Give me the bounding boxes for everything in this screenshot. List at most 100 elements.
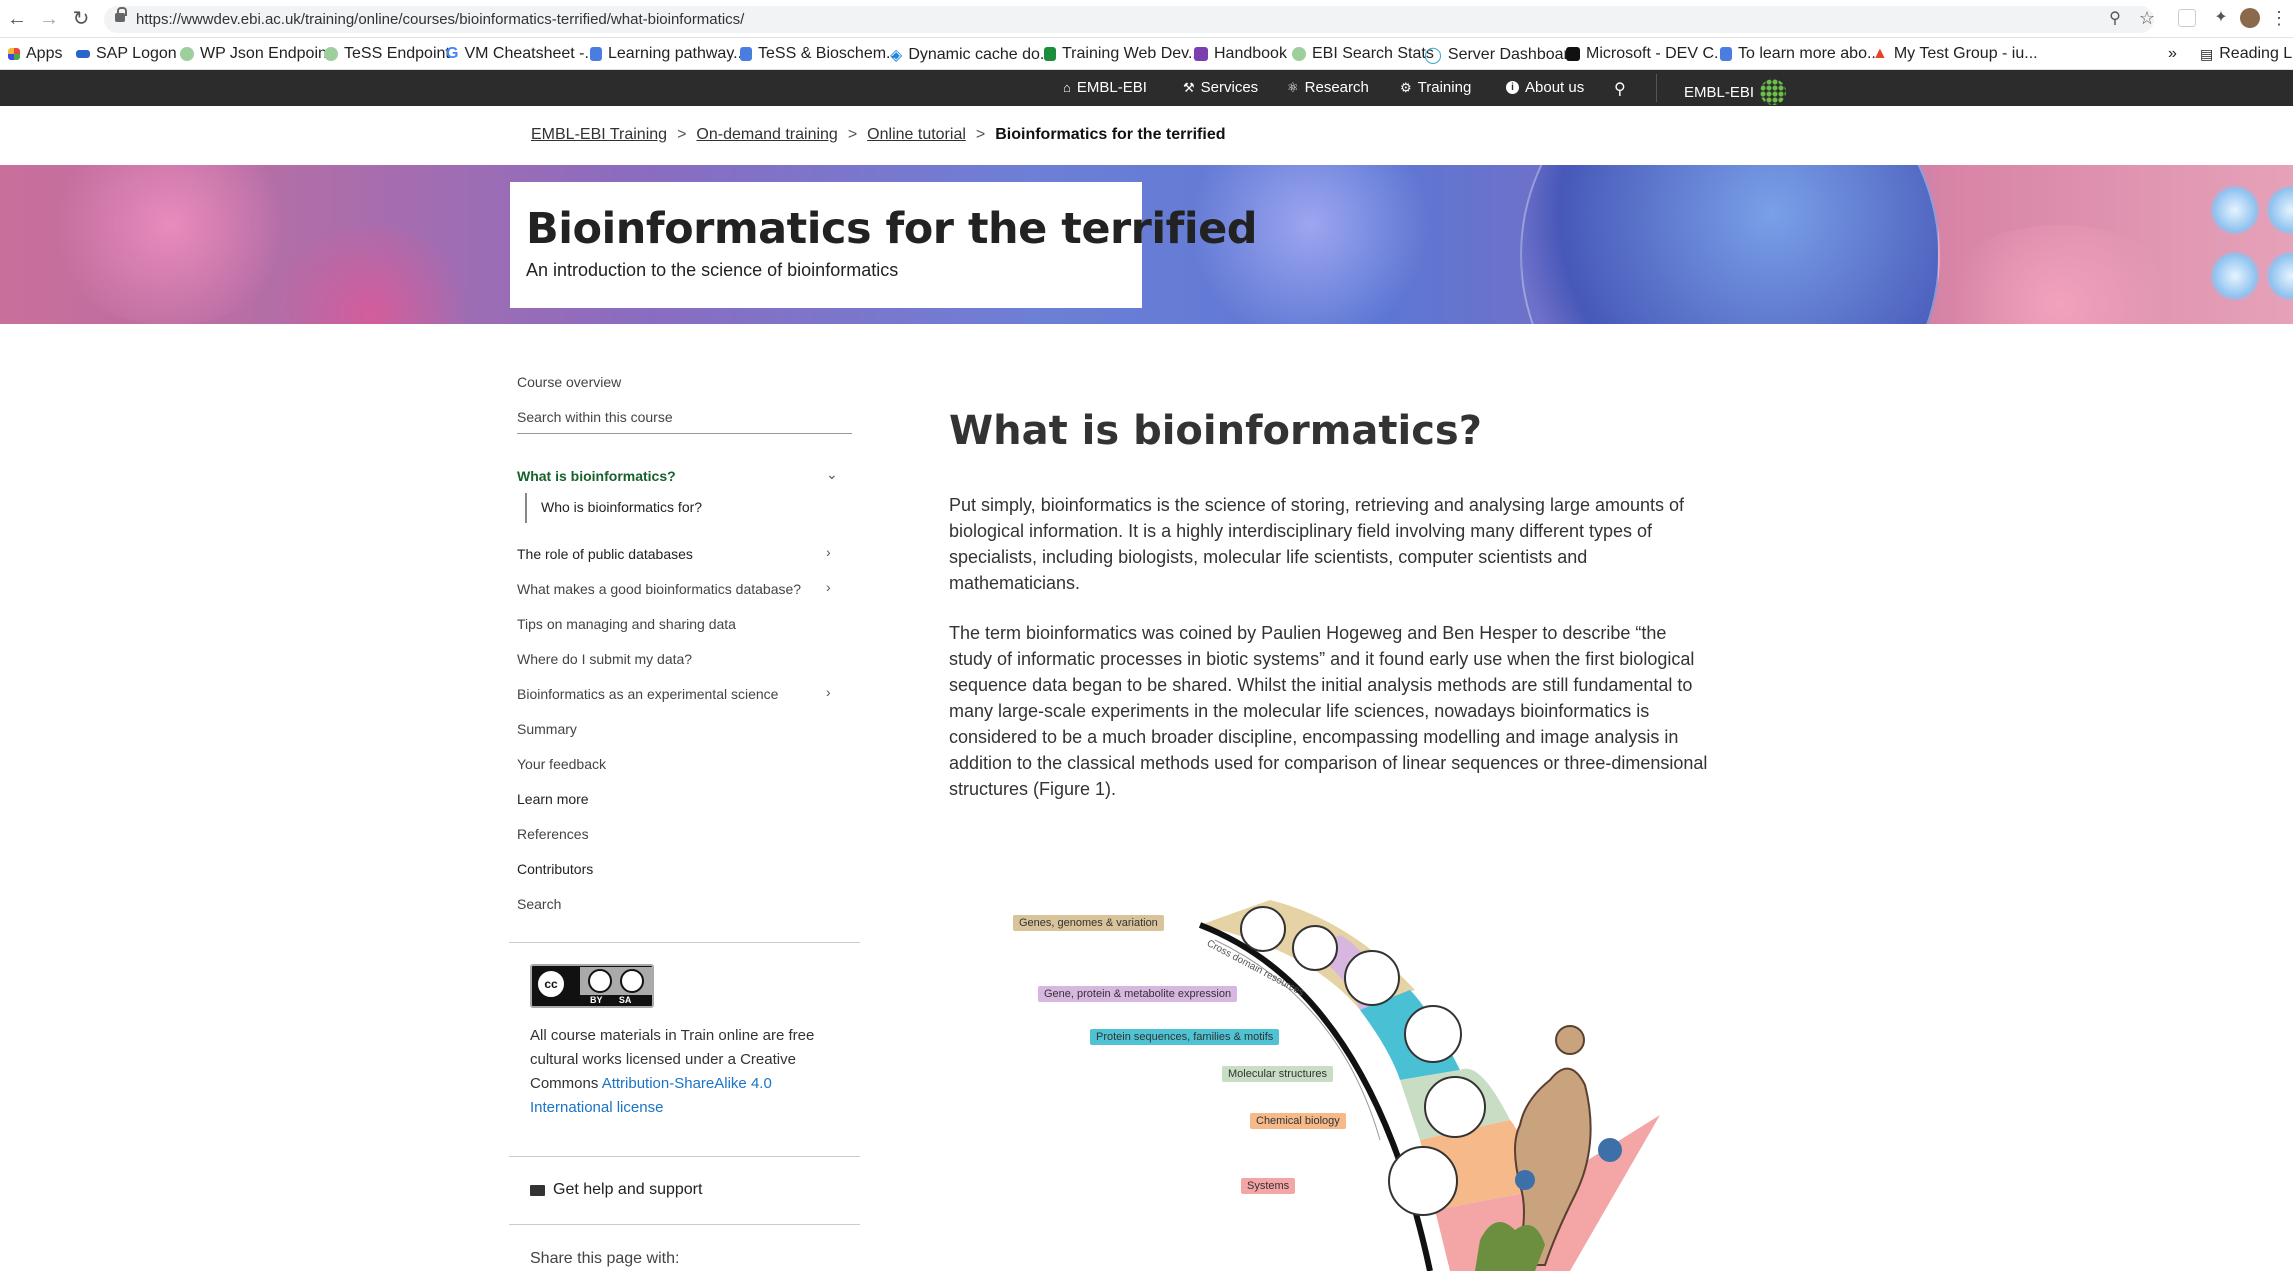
share-label: Share this page with: [530, 1250, 680, 1267]
bookmark-item[interactable]: ◈ Dynamic cache do... [890, 45, 1053, 65]
puzzle-icon[interactable]: ✦ [2210, 7, 2232, 29]
bookmarks-overflow[interactable]: » [2168, 45, 2177, 63]
globe-icon [1292, 47, 1306, 61]
dna-icon [1240, 906, 1286, 952]
course-overview-link[interactable]: Course overview [517, 374, 621, 390]
sidebar-item-summary[interactable]: Summary [517, 721, 577, 737]
structure-icon [1404, 1005, 1462, 1063]
figure-label: Gene, protein & metabolite expression [1038, 986, 1238, 1002]
doc-icon [1720, 47, 1732, 61]
bookmark-item[interactable]: Training Web Dev... [1044, 45, 1201, 63]
breadcrumb-separator: > [975, 126, 986, 143]
nav-label: Services [1200, 79, 1259, 96]
nav-training[interactable]: ⚙ Training [1400, 79, 1471, 96]
bookmark-label: Apps [26, 45, 63, 62]
systems-icon [1388, 1146, 1458, 1216]
breadcrumb-link[interactable]: EMBL-EBI Training [531, 126, 667, 143]
chevron-right-icon[interactable]: › [826, 684, 831, 700]
bookmark-item[interactable]: Microsoft - DEV C... [1566, 45, 1727, 63]
figure-1: Cross domain resources [1010, 880, 1710, 1271]
bookmark-item[interactable]: ◯ Server Dashboard [1424, 45, 1578, 65]
bookmark-apps[interactable]: Apps [8, 45, 62, 63]
sidebar-item-feedback[interactable]: Your feedback [517, 756, 606, 772]
chevron-right-icon[interactable]: › [826, 544, 831, 560]
apps-icon [8, 48, 20, 60]
site-nav: ⌂ EMBL-EBI ⚒ Services ⚛ Research ⚙ Training … [0, 70, 2293, 106]
nav-label: Research [1304, 79, 1369, 96]
browser-toolbar: ← → ↻ https://wwwdev.ebi.ac.uk/training/… [0, 0, 2293, 38]
bookmark-item[interactable]: SAP Logon [76, 45, 177, 63]
sidebar-item-learn-more[interactable]: Learn more [517, 791, 589, 807]
course-search-input[interactable]: Search within this course [517, 409, 673, 425]
back-icon[interactable]: ← [6, 8, 28, 30]
bookmark-label: Learning pathway... [608, 45, 747, 62]
lock-icon [115, 7, 127, 22]
embl-ebi-brand[interactable]: EMBL-EBI [1684, 79, 1787, 105]
sheet-icon [1044, 47, 1056, 61]
bookmark-label: TeSS & Bioschem... [758, 45, 900, 62]
sidebar-item-contributors[interactable]: Contributors [517, 861, 593, 877]
extension-icon[interactable] [2178, 9, 2196, 27]
sidebar-item-submit-data[interactable]: Where do I submit my data? [517, 651, 692, 667]
forward-icon[interactable]: → [38, 8, 60, 30]
license-text: All course materials in Train online are… [530, 1024, 850, 1120]
by-icon [588, 969, 612, 993]
figure-label: Chemical biology [1250, 1113, 1346, 1129]
bookmark-item[interactable]: TeSS Endpoint [324, 45, 450, 63]
nav-embl-ebi[interactable]: ⌂ EMBL-EBI [1063, 79, 1147, 96]
globe-icon [180, 47, 194, 61]
reload-icon[interactable]: ↻ [70, 8, 92, 30]
figure-label: Protein sequences, families & motifs [1090, 1029, 1280, 1045]
sidebar-item-what-is-bioinformatics[interactable]: What is bioinformatics? [517, 468, 676, 484]
sidebar-subitem-who-is-for[interactable]: Who is bioinformatics for? [541, 499, 702, 515]
training-icon: ⚙ [1400, 79, 1412, 95]
cc-icon: cc [536, 969, 566, 999]
bookmark-item[interactable]: ▲ My Test Group - iu... [1872, 45, 2038, 63]
help-support-link[interactable]: Get help and support [530, 1181, 702, 1199]
sidebar-item-experimental-science[interactable]: Bioinformatics as an experimental scienc… [517, 686, 778, 702]
cc-license-badge[interactable]: cc BY SA [530, 964, 654, 1008]
bookmark-item[interactable]: WP Json Endpoint [180, 45, 331, 63]
chevron-down-icon[interactable]: ⌄ [826, 466, 838, 483]
bookmark-item[interactable]: TeSS & Bioschem... [740, 45, 899, 63]
sidebar-item-search[interactable]: Search [517, 896, 561, 912]
chevron-right-icon[interactable]: › [826, 579, 831, 595]
chemical-icon [1424, 1076, 1486, 1138]
star-icon[interactable]: ☆ [2136, 7, 2158, 29]
avatar[interactable] [2240, 8, 2260, 28]
reading-list-label: Reading List [2219, 45, 2293, 62]
server-icon: ◯ [1424, 47, 1442, 64]
nav-about[interactable]: i About us [1506, 79, 1584, 96]
menu-icon[interactable]: ⋮ [2268, 7, 2290, 29]
bookmark-item[interactable]: Learning pathway... [590, 45, 746, 63]
globe-icon [324, 47, 338, 61]
search-icon[interactable]: ⚲ [1614, 79, 1626, 99]
reading-list[interactable]: ▤ Reading List [2200, 45, 2293, 63]
zoom-icon[interactable]: ⚲ [2104, 8, 2126, 30]
address-bar[interactable]: https://wwwdev.ebi.ac.uk/training/online… [104, 6, 2154, 33]
breadcrumb-link[interactable]: Online tutorial [867, 126, 966, 143]
sidebar-divider [509, 942, 860, 943]
sidebar-divider [509, 1224, 860, 1225]
nav-services[interactable]: ⚒ Services [1183, 79, 1258, 96]
bookmark-label: EBI Search Stats [1312, 45, 1434, 62]
bookmark-item[interactable]: Handbook [1194, 45, 1287, 63]
url-text: https://wwwdev.ebi.ac.uk/training/online… [136, 11, 745, 28]
help-label: Get help and support [553, 1181, 703, 1198]
sidebar-item-public-databases[interactable]: The role of public databases [517, 546, 693, 562]
sidebar-item-managing-data[interactable]: Tips on managing and sharing data [517, 616, 736, 632]
bookmark-item[interactable]: To learn more abo... [1720, 45, 1880, 63]
figure-label: Molecular structures [1222, 1066, 1334, 1082]
google-icon: G [446, 45, 459, 62]
history-paragraph: The term bioinformatics was coined by Pa… [949, 623, 1708, 799]
sequence-icon [1344, 950, 1400, 1006]
bookmark-item[interactable]: G VM Cheatsheet -... [446, 45, 598, 63]
sidebar-item-good-database[interactable]: What makes a good bioinformatics databas… [517, 581, 801, 597]
nav-label: Training [1417, 79, 1472, 96]
sidebar-item-references[interactable]: References [517, 826, 589, 842]
intro-paragraph: Put simply, bioinformatics is the scienc… [949, 495, 1685, 593]
bookmark-item[interactable]: EBI Search Stats [1292, 45, 1434, 63]
breadcrumb-link[interactable]: On-demand training [696, 126, 837, 143]
envelope-icon [530, 1184, 545, 1196]
nav-research[interactable]: ⚛ Research [1287, 79, 1369, 96]
